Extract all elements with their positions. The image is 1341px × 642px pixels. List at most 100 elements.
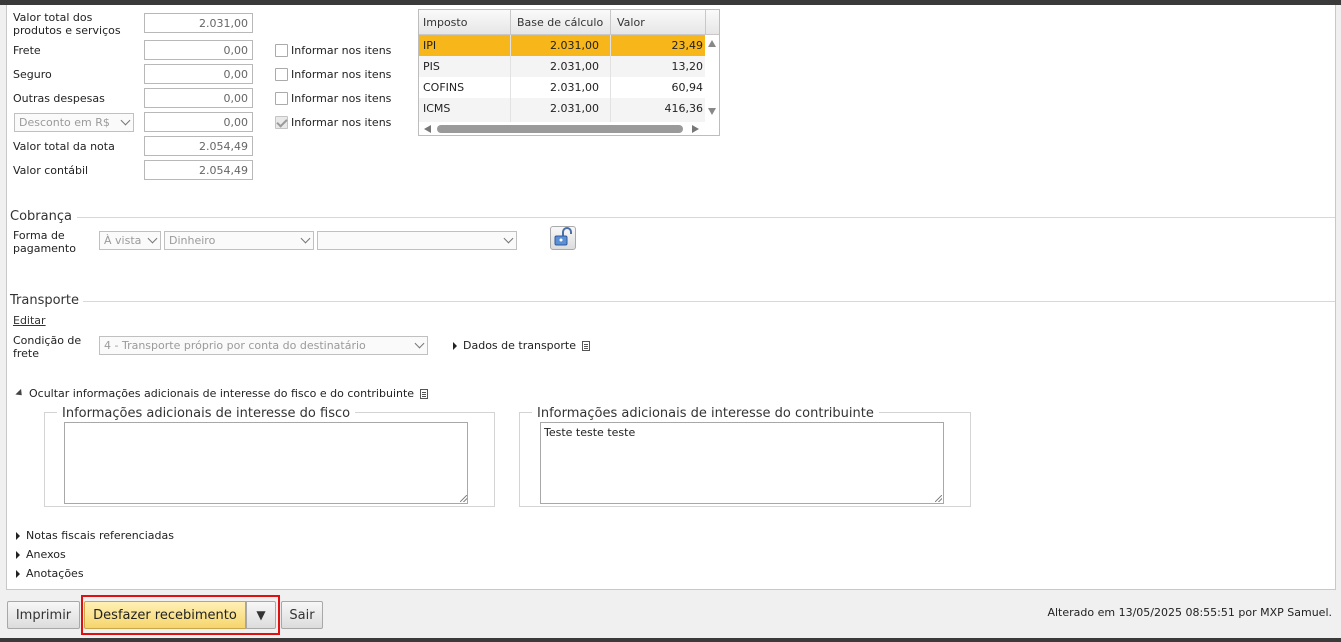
last-modified-status: Alterado em 13/05/2025 08:55:51 por MXP … [1047,606,1332,619]
dados-transporte-toggle[interactable]: Dados de transporte [453,339,590,352]
exit-button[interactable]: Sair [281,601,323,629]
notas-referenciadas-label: Notas fiscais referenciadas [26,529,174,542]
cell-base: 2.031,00 [550,60,599,73]
fisco-textarea[interactable] [64,422,468,504]
input-frete[interactable]: 0,00 [144,40,253,60]
label-total-produtos: Valor total dos produtos e serviços [13,11,121,37]
cell-valor: 23,49 [671,39,704,52]
contribuinte-title: Informações adicionais de interesse do c… [532,406,879,421]
condicao-frete-value: 4 - Transporte próprio por conta do dest… [104,339,366,352]
seguro-informar-itens[interactable]: Informar nos itens [275,68,391,81]
desconto-type-value: Desconto em R$ [19,116,110,129]
pagamento-extra-select[interactable] [317,231,517,250]
input-valor-contabil[interactable]: 2.054,49 [144,160,253,180]
print-button[interactable]: Imprimir [7,601,80,629]
col-valor[interactable]: Valor [617,16,645,29]
condicao-pagamento-select[interactable]: À vista [99,231,161,250]
col-base[interactable]: Base de cálculo [517,16,603,29]
unlock-button[interactable] [550,226,576,250]
cell-valor: 13,20 [671,60,704,73]
scroll-up-icon[interactable] [708,40,716,47]
frete-checkbox[interactable] [275,44,288,57]
document-icon[interactable] [582,340,590,351]
notas-referenciadas-toggle[interactable]: Notas fiscais referenciadas [16,529,174,542]
outras-checkbox-label: Informar nos itens [291,92,392,105]
table-row[interactable]: IPI 2.031,00 23,49 [419,35,705,56]
desconto-checkbox-label: Informar nos itens [291,116,392,129]
scroll-left-icon[interactable] [424,125,431,133]
input-valor-total-nota[interactable]: 2.054,49 [144,136,253,156]
meio-pagamento-select[interactable]: Dinheiro [164,231,314,250]
dados-transporte-label: Dados de transporte [463,339,576,352]
label-frete: Frete [13,44,41,57]
info-adicionais-toggle[interactable]: Ocultar informações adicionais de intere… [15,387,429,400]
frete-informar-itens[interactable]: Informar nos itens [275,44,391,57]
input-total-produtos[interactable]: 2.031,00 [144,13,253,33]
horizontal-scrollbar[interactable] [419,122,719,135]
condicao-frete-select[interactable]: 4 - Transporte próprio por conta do dest… [99,336,428,355]
tax-grid-header: Imposto Base de cálculo Valor [419,10,719,35]
contribuinte-textarea[interactable]: Teste teste teste [540,422,944,504]
col-divider [510,10,511,35]
info-adicionais-toggle-label: Ocultar informações adicionais de intere… [29,387,415,400]
document-icon[interactable] [420,388,429,399]
desconto-informar-itens[interactable]: Informar nos itens [275,116,391,129]
chevron-down-icon [414,338,425,349]
label-condicao-frete: Condição de frete [13,334,82,360]
cell-valor: 416,36 [664,102,704,115]
anotacoes-label: Anotações [26,567,84,580]
col-imposto[interactable]: Imposto [423,16,467,29]
cell-valor: 60,94 [671,81,704,94]
section-divider [77,217,1335,218]
anexos-label: Anexos [26,548,66,561]
scroll-down-icon[interactable] [708,108,716,115]
form-content: Valor total dos produtos e serviços 2.03… [6,5,1336,590]
contribuinte-fieldset: Informações adicionais de interesse do c… [519,406,971,507]
chevron-down-icon [147,233,158,244]
cell-imposto: IPI [423,39,437,52]
table-row[interactable]: COFINS 2.031,00 60,94 [419,77,705,98]
input-seguro[interactable]: 0,00 [144,64,253,84]
resize-grip-icon[interactable] [935,495,942,502]
label-outras-despesas: Outras despesas [13,92,105,105]
cell-imposto: ICMS [423,102,451,115]
window: Valor total dos produtos e serviços 2.03… [0,5,1341,638]
cell-imposto: PIS [423,60,440,73]
unlock-icon [554,227,572,246]
col-divider [610,10,611,35]
scroll-thumb[interactable] [437,125,683,133]
expand-icon [16,550,20,559]
cell-divider [510,98,511,122]
section-title-cobranca: Cobrança [10,209,72,224]
anotacoes-toggle[interactable]: Anotações [16,567,84,580]
label-forma-pagamento: Forma de pagamento [13,229,76,255]
meio-pagamento-value: Dinheiro [169,234,216,247]
cell-divider [510,77,511,98]
seguro-checkbox[interactable] [275,68,288,81]
anexos-toggle[interactable]: Anexos [16,548,66,561]
label-valor-contabil: Valor contábil [13,164,89,177]
collapse-icon [15,388,25,399]
edit-transporte-link[interactable]: Editar [13,314,46,327]
cell-base: 2.031,00 [550,81,599,94]
expand-icon [453,341,457,350]
outras-informar-itens[interactable]: Informar nos itens [275,92,391,105]
col-divider [705,10,706,35]
table-row[interactable]: PIS 2.031,00 13,20 [419,56,705,77]
outras-checkbox[interactable] [275,92,288,105]
input-outras-despesas[interactable]: 0,00 [144,88,253,108]
label-seguro: Seguro [13,68,52,81]
resize-grip-icon[interactable] [460,495,467,502]
desconto-type-select[interactable]: Desconto em R$ [14,113,134,132]
tax-grid[interactable]: Imposto Base de cálculo Valor IPI 2.031,… [418,9,720,136]
input-desconto[interactable]: 0,00 [144,112,253,132]
vertical-scrollbar[interactable] [705,35,719,122]
fisco-title: Informações adicionais de interesse do f… [57,406,356,421]
desconto-checkbox[interactable] [275,116,288,129]
frete-checkbox-label: Informar nos itens [291,44,392,57]
scroll-right-icon[interactable] [692,125,699,133]
table-row[interactable]: ICMS 2.031,00 416,36 [419,98,705,122]
cell-divider [610,98,611,122]
section-divider [83,301,1335,302]
cell-divider [610,77,611,98]
